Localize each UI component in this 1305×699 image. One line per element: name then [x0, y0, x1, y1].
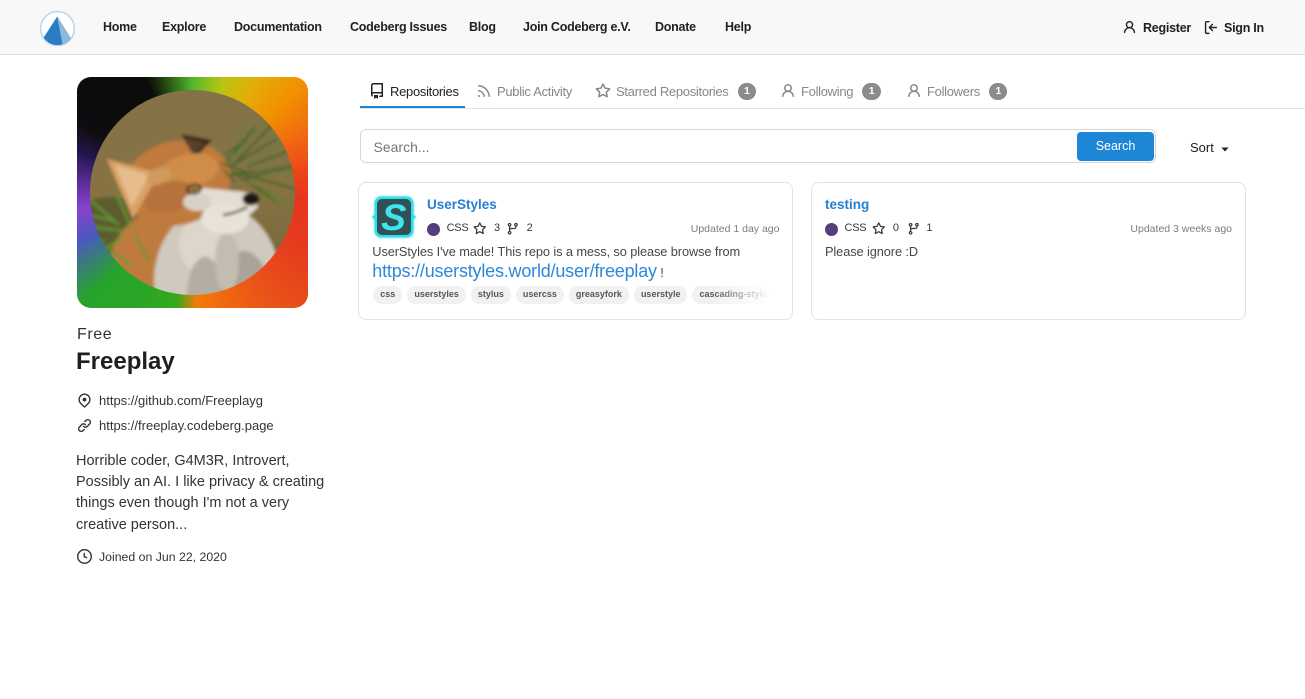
svg-text:S: S: [380, 196, 407, 238]
